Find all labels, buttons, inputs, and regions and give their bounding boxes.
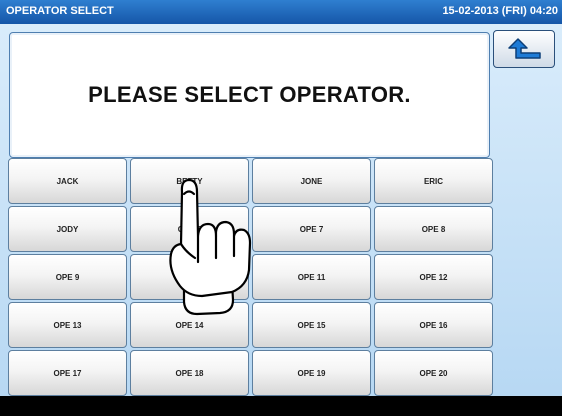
operator-button[interactable]: ERIC	[374, 158, 493, 204]
operator-button[interactable]: OPE 16	[374, 302, 493, 348]
operator-button[interactable]: OPE 10	[130, 254, 249, 300]
date-time-display: 15-02-2013 (FRI) 04:20	[442, 5, 558, 17]
operator-button[interactable]: OPE 9	[8, 254, 127, 300]
main-screen: PLEASE SELECT OPERATOR. JACK BETTY JONE …	[0, 24, 562, 396]
operator-button[interactable]: OPE 13	[8, 302, 127, 348]
prompt-message: PLEASE SELECT OPERATOR.	[88, 82, 411, 107]
operator-button[interactable]: JONE	[252, 158, 371, 204]
back-button[interactable]	[493, 30, 555, 68]
operator-button[interactable]: OPE 15	[252, 302, 371, 348]
message-panel: PLEASE SELECT OPERATOR.	[9, 32, 490, 158]
bottom-bar	[0, 396, 562, 416]
operator-button[interactable]: JACK	[8, 158, 127, 204]
operator-button[interactable]: OPE 6	[130, 206, 249, 252]
operator-button[interactable]: BETTY	[130, 158, 249, 204]
operator-button[interactable]: OPE 19	[252, 350, 371, 396]
operator-button[interactable]: OPE 14	[130, 302, 249, 348]
operator-button[interactable]: OPE 18	[130, 350, 249, 396]
return-arrow-icon	[508, 38, 541, 59]
operator-button[interactable]: OPE 17	[8, 350, 127, 396]
operator-button[interactable]: OPE 11	[252, 254, 371, 300]
operator-button[interactable]: OPE 12	[374, 254, 493, 300]
operator-button[interactable]: OPE 8	[374, 206, 493, 252]
operator-button[interactable]: OPE 20	[374, 350, 493, 396]
operator-button[interactable]: OPE 7	[252, 206, 371, 252]
title-bar: OPERATOR SELECT 15-02-2013 (FRI) 04:20	[0, 0, 562, 24]
screen-title: OPERATOR SELECT	[6, 5, 114, 17]
operator-button-grid: JACK BETTY JONE ERIC JODY OPE 6 OPE 7 OP…	[8, 158, 493, 396]
operator-button[interactable]: JODY	[8, 206, 127, 252]
